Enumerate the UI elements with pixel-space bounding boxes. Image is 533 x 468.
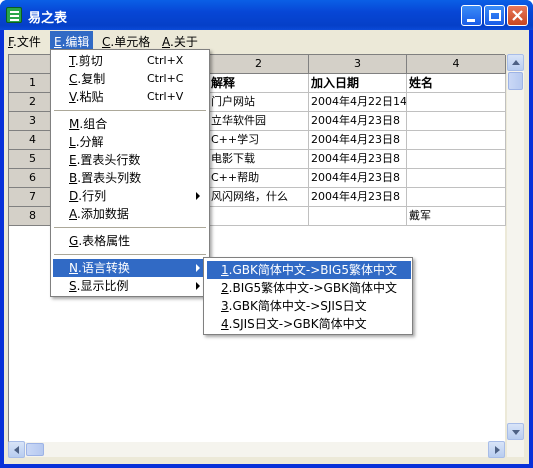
menu-item-rows-cols[interactable]: D.行列 xyxy=(53,187,207,205)
table-cell[interactable]: 2004年4月23日8 xyxy=(309,131,407,150)
table-cell[interactable]: 2004年4月23日8 xyxy=(309,112,407,131)
app-window: 易之表 F.文件 E.编辑 C.单元格 A.关于 2 3 4 1 2 3 4 5… xyxy=(0,0,533,468)
table-cell[interactable]: 2004年4月23日8 xyxy=(309,169,407,188)
menu-cell[interactable]: C.单元格 xyxy=(98,31,154,49)
maximize-icon xyxy=(489,10,501,21)
menu-about[interactable]: A.关于 xyxy=(158,31,202,49)
menu-item-add-data[interactable]: A.添加数据 xyxy=(53,205,207,223)
menu-item-language-convert[interactable]: N.语言转换 xyxy=(53,259,207,277)
edit-menu: T.剪切 Ctrl+X C.复制 Ctrl+C V.粘贴 Ctrl+V M.组合 L.… xyxy=(50,49,210,297)
submenu-item-big5-to-gbk[interactable]: 2.BIG5繁体中文->GBK简体中文 xyxy=(207,279,411,297)
client-area: F.文件 E.编辑 C.单元格 A.关于 2 3 4 1 2 3 4 5 6 7… xyxy=(4,30,529,464)
submenu-item-gbk-to-big5[interactable]: 1.GBK简体中文->BIG5繁体中文 xyxy=(207,261,411,279)
table-cell[interactable]: C++帮助 xyxy=(209,169,309,188)
table-cell[interactable] xyxy=(407,112,506,131)
table-cell[interactable]: C++学习 xyxy=(209,131,309,150)
submenu-arrow-icon xyxy=(196,192,200,200)
scroll-thumb[interactable] xyxy=(26,443,44,456)
table-cell[interactable]: 风闪网络，什么 xyxy=(209,188,309,207)
minimize-icon xyxy=(467,19,475,22)
table-cell[interactable]: 2004年4月23日8 xyxy=(309,150,407,169)
table-cell[interactable] xyxy=(209,207,309,226)
menu-item-cut[interactable]: T.剪切 Ctrl+X xyxy=(53,52,207,70)
maximize-button[interactable] xyxy=(484,5,505,26)
window-title: 易之表 xyxy=(28,11,68,26)
close-button[interactable] xyxy=(507,5,528,26)
table-cell[interactable] xyxy=(309,207,407,226)
table-cell[interactable]: 门户网站 xyxy=(209,93,309,112)
table-cell[interactable]: 2004年4月23日8 xyxy=(309,188,407,207)
table-cell[interactable] xyxy=(407,188,506,207)
close-icon xyxy=(512,10,523,21)
table-cell[interactable] xyxy=(407,131,506,150)
menu-separator xyxy=(54,110,206,111)
horizontal-scrollbar[interactable] xyxy=(8,441,505,458)
table-cell[interactable]: 2004年4月22日14 xyxy=(309,93,407,112)
column-header[interactable]: 4 xyxy=(407,55,506,74)
menu-separator xyxy=(54,227,206,228)
arrow-up-icon xyxy=(512,60,520,65)
language-submenu: 1.GBK简体中文->BIG5繁体中文 2.BIG5繁体中文->GBK简体中文 … xyxy=(203,257,413,335)
table-cell[interactable] xyxy=(407,93,506,112)
menu-edit[interactable]: E.编辑 xyxy=(50,31,94,49)
menu-item-table-properties[interactable]: G.表格属性 xyxy=(53,232,207,250)
vertical-scrollbar[interactable] xyxy=(507,54,524,457)
scroll-left-button[interactable] xyxy=(8,441,25,458)
submenu-arrow-icon xyxy=(196,282,200,290)
menu-item-zoom[interactable]: S.显示比例 xyxy=(53,277,207,295)
menu-item-set-header-rows[interactable]: E.置表头行数 xyxy=(53,151,207,169)
menu-file[interactable]: F.文件 xyxy=(4,31,45,49)
menu-item-merge[interactable]: M.组合 xyxy=(53,115,207,133)
scroll-thumb[interactable] xyxy=(508,72,523,90)
menu-bar: F.文件 E.编辑 C.单元格 A.关于 xyxy=(4,30,529,49)
scroll-up-button[interactable] xyxy=(507,54,524,71)
scroll-down-button[interactable] xyxy=(507,423,524,440)
table-cell[interactable]: 姓名 xyxy=(407,74,506,93)
arrow-down-icon xyxy=(512,430,520,435)
title-bar[interactable]: 易之表 xyxy=(0,0,533,30)
menu-item-split[interactable]: L.分解 xyxy=(53,133,207,151)
arrow-left-icon xyxy=(14,446,19,454)
submenu-item-sjis-to-gbk[interactable]: 4.SJIS日文->GBK简体中文 xyxy=(207,315,411,333)
menu-separator xyxy=(54,254,206,255)
scroll-right-button[interactable] xyxy=(488,441,505,458)
arrow-right-icon xyxy=(495,446,500,454)
minimize-button[interactable] xyxy=(461,5,482,26)
submenu-item-gbk-to-sjis[interactable]: 3.GBK简体中文->SJIS日文 xyxy=(207,297,411,315)
table-cell[interactable] xyxy=(407,169,506,188)
table-cell[interactable] xyxy=(407,150,506,169)
table-cell[interactable]: 解释 xyxy=(209,74,309,93)
app-icon xyxy=(6,7,22,23)
table-cell[interactable]: 电影下载 xyxy=(209,150,309,169)
table-cell[interactable]: 加入日期 xyxy=(309,74,407,93)
column-header[interactable]: 2 xyxy=(209,55,309,74)
column-header[interactable]: 3 xyxy=(309,55,407,74)
table-cell[interactable]: 立华软件园 xyxy=(209,112,309,131)
table-cell[interactable]: 戴军 xyxy=(407,207,506,226)
menu-item-copy[interactable]: C.复制 Ctrl+C xyxy=(53,70,207,88)
menu-item-paste[interactable]: V.粘贴 Ctrl+V xyxy=(53,88,207,106)
menu-item-set-header-cols[interactable]: B.置表头列数 xyxy=(53,169,207,187)
submenu-arrow-icon xyxy=(196,264,200,272)
